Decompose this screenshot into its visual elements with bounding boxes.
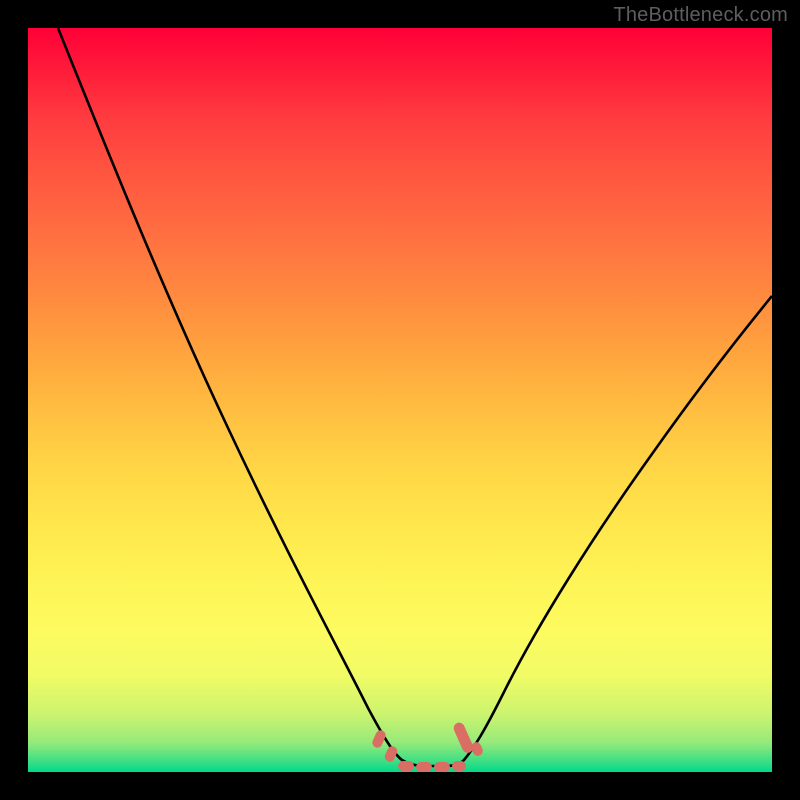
- plot-area: [28, 28, 772, 772]
- curve-layer: [28, 28, 772, 772]
- trough-markers: [371, 721, 485, 772]
- bottleneck-curve: [58, 28, 772, 766]
- chart-frame: TheBottleneck.com: [0, 0, 800, 800]
- watermark-text: TheBottleneck.com: [613, 4, 788, 27]
